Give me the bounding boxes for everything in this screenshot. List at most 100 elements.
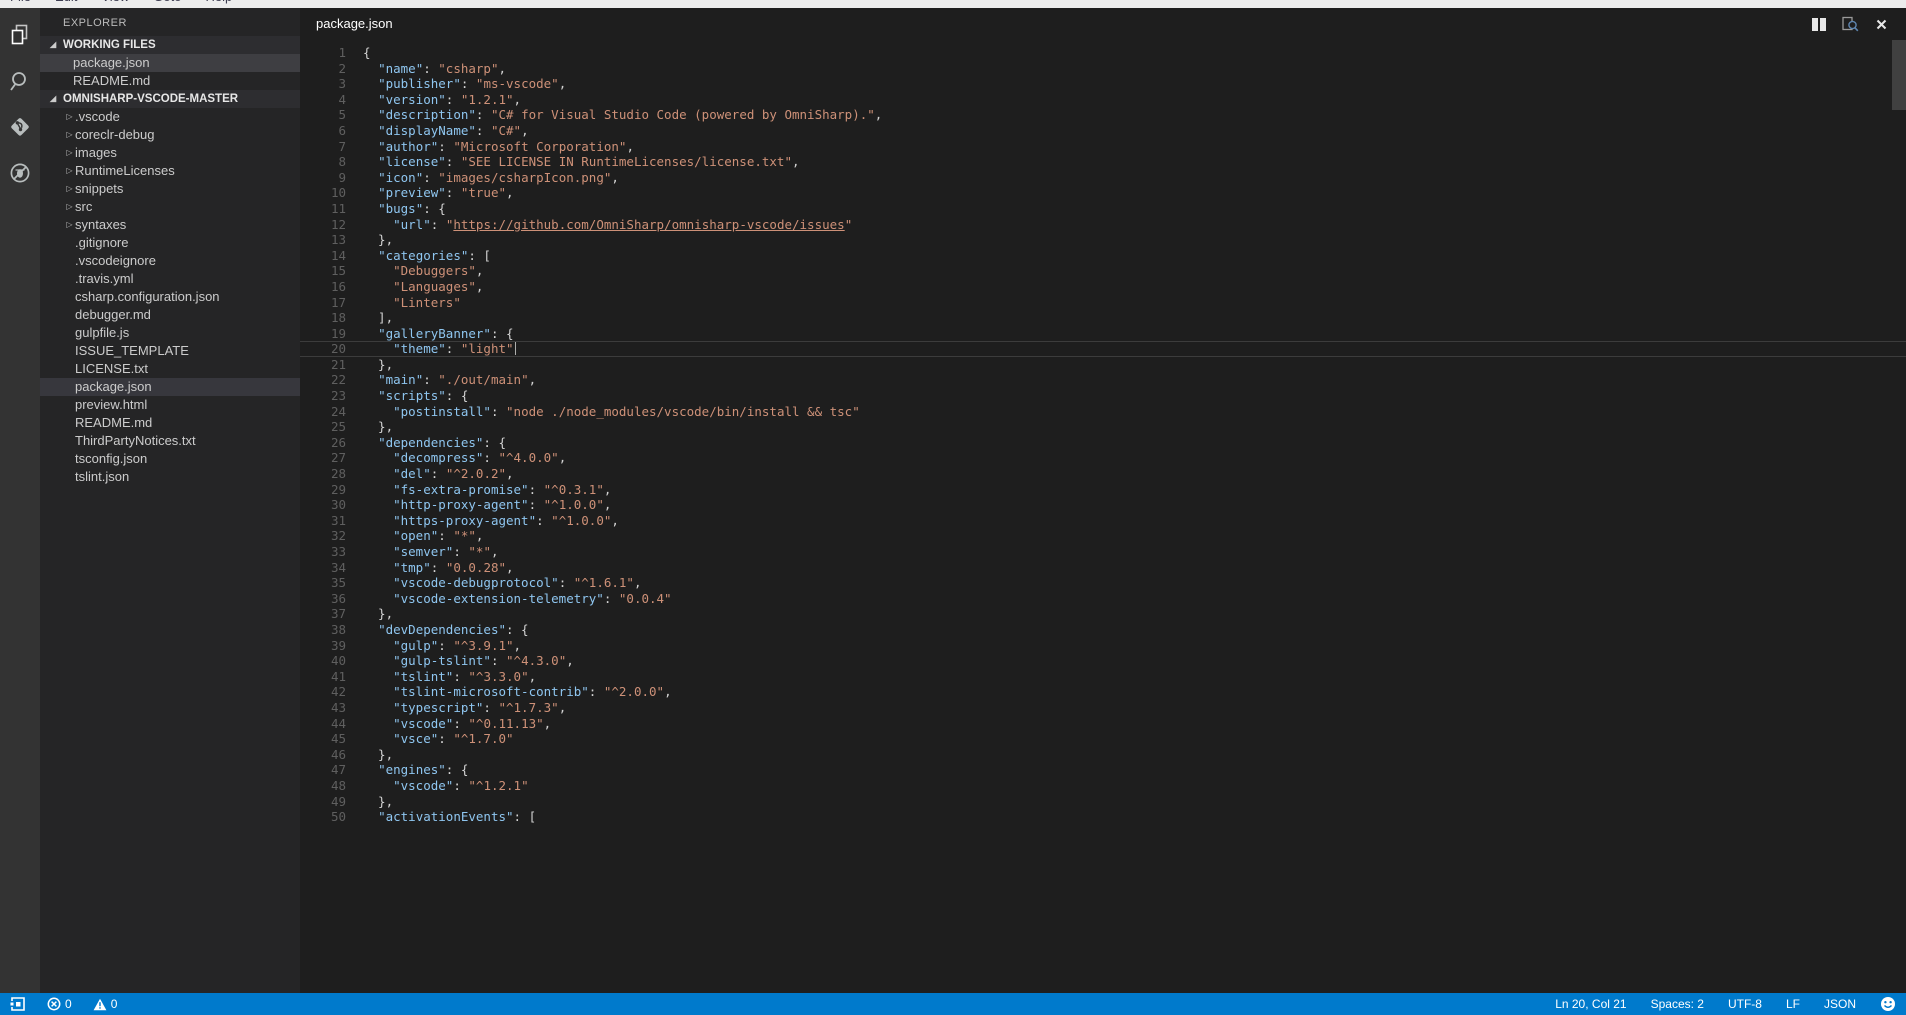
tree-item-preview-html[interactable]: preview.html	[40, 396, 300, 414]
tree-folder--vscode[interactable]: ▷.vscode	[40, 108, 300, 126]
tree-folder-images[interactable]: ▷images	[40, 144, 300, 162]
tree-folder-runtimelicenses[interactable]: ▷RuntimeLicenses	[40, 162, 300, 180]
code-line-7[interactable]: 7 "author": "Microsoft Corporation",	[300, 139, 1906, 155]
code-line-10[interactable]: 10 "preview": "true",	[300, 185, 1906, 201]
code-line-12[interactable]: 12 "url": "https://github.com/OmniSharp/…	[300, 217, 1906, 233]
code-line-35[interactable]: 35 "vscode-debugprotocol": "^1.6.1",	[300, 575, 1906, 591]
code-line-6[interactable]: 6 "displayName": "C#",	[300, 123, 1906, 139]
git-icon[interactable]	[7, 114, 33, 140]
status-eol[interactable]: LF	[1786, 997, 1800, 1011]
section-header-working-files[interactable]: ◢WORKING FILES	[40, 36, 300, 54]
debug-icon[interactable]	[7, 160, 33, 186]
code-line-4[interactable]: 4 "version": "1.2.1",	[300, 92, 1906, 108]
tree-item-csharp-configuration-json[interactable]: csharp.configuration.json	[40, 288, 300, 306]
files-icon[interactable]	[7, 22, 33, 48]
open-preview-icon[interactable]	[1841, 15, 1859, 33]
code-line-2[interactable]: 2 "name": "csharp",	[300, 61, 1906, 77]
menu-goto[interactable]: Goto	[153, 0, 181, 7]
code-line-13[interactable]: 13 },	[300, 232, 1906, 248]
code-line-19[interactable]: 19 "galleryBanner": {	[300, 326, 1906, 342]
code-line-47[interactable]: 47 "engines": {	[300, 762, 1906, 778]
code-line-16[interactable]: 16 "Languages",	[300, 279, 1906, 295]
code-line-26[interactable]: 26 "dependencies": {	[300, 435, 1906, 451]
code-line-22[interactable]: 22 "main": "./out/main",	[300, 372, 1906, 388]
code-line-5[interactable]: 5 "description": "C# for Visual Studio C…	[300, 107, 1906, 123]
line-number: 4	[300, 92, 346, 108]
code-line-23[interactable]: 23 "scripts": {	[300, 388, 1906, 404]
tree-item--travis-yml[interactable]: .travis.yml	[40, 270, 300, 288]
code-line-45[interactable]: 45 "vsce": "^1.7.0"	[300, 731, 1906, 747]
tree-folder-src[interactable]: ▷src	[40, 198, 300, 216]
code-line-21[interactable]: 21 },	[300, 357, 1906, 373]
menu-file[interactable]: File	[10, 0, 31, 7]
code-line-39[interactable]: 39 "gulp": "^3.9.1",	[300, 638, 1906, 654]
tree-folder-snippets[interactable]: ▷snippets	[40, 180, 300, 198]
code-line-17[interactable]: 17 "Linters"	[300, 295, 1906, 311]
code-line-42[interactable]: 42 "tslint-microsoft-contrib": "^2.0.0",	[300, 684, 1906, 700]
menu-edit[interactable]: Edit	[55, 0, 77, 7]
code-line-1[interactable]: 1{	[300, 45, 1906, 61]
code-line-11[interactable]: 11 "bugs": {	[300, 201, 1906, 217]
code-line-20[interactable]: 20 "theme": "light"	[300, 341, 1906, 357]
code-line-24[interactable]: 24 "postinstall": "node ./node_modules/v…	[300, 404, 1906, 420]
code-line-46[interactable]: 46 },	[300, 747, 1906, 763]
tree-item--gitignore[interactable]: .gitignore	[40, 234, 300, 252]
code-line-25[interactable]: 25 },	[300, 419, 1906, 435]
tree-item-package-json[interactable]: package.json	[40, 378, 300, 396]
warning-count[interactable]: 0	[93, 997, 118, 1011]
tree-item--vscodeignore[interactable]: .vscodeignore	[40, 252, 300, 270]
code-line-31[interactable]: 31 "https-proxy-agent": "^1.0.0",	[300, 513, 1906, 529]
status-cursor-position[interactable]: Ln 20, Col 21	[1555, 997, 1626, 1011]
code-line-30[interactable]: 30 "http-proxy-agent": "^1.0.0",	[300, 497, 1906, 513]
code-line-27[interactable]: 27 "decompress": "^4.0.0",	[300, 450, 1906, 466]
link-url[interactable]: https://github.com/OmniSharp/omnisharp-v…	[453, 217, 844, 232]
code-line-32[interactable]: 32 "open": "*",	[300, 528, 1906, 544]
code-line-44[interactable]: 44 "vscode": "^0.11.13",	[300, 716, 1906, 732]
section-header-omnisharp-vscode-master[interactable]: ◢OMNISHARP-VSCODE-MASTER	[40, 90, 300, 108]
split-editor-icon[interactable]	[1810, 15, 1828, 33]
tree-item-gulpfile-js[interactable]: gulpfile.js	[40, 324, 300, 342]
code-line-14[interactable]: 14 "categories": [	[300, 248, 1906, 264]
tree-item-readme-md[interactable]: README.md	[40, 72, 300, 90]
tree-item-thirdpartynotices-txt[interactable]: ThirdPartyNotices.txt	[40, 432, 300, 450]
code-line-43[interactable]: 43 "typescript": "^1.7.3",	[300, 700, 1906, 716]
editor-scrollbar[interactable]	[1892, 40, 1906, 110]
code-line-28[interactable]: 28 "del": "^2.0.2",	[300, 466, 1906, 482]
close-icon[interactable]	[1872, 15, 1890, 33]
tree-item-tsconfig-json[interactable]: tsconfig.json	[40, 450, 300, 468]
code-line-50[interactable]: 50 "activationEvents": [	[300, 809, 1906, 825]
tree-item-readme-md[interactable]: README.md	[40, 414, 300, 432]
tree-folder-coreclr-debug[interactable]: ▷coreclr-debug	[40, 126, 300, 144]
code-editor[interactable]: 1{2 "name": "csharp",3 "publisher": "ms-…	[300, 42, 1906, 993]
code-line-37[interactable]: 37 },	[300, 606, 1906, 622]
status-language-mode[interactable]: JSON	[1824, 997, 1856, 1011]
status-indentation[interactable]: Spaces: 2	[1651, 997, 1704, 1011]
code-line-29[interactable]: 29 "fs-extra-promise": "^0.3.1",	[300, 482, 1906, 498]
code-line-18[interactable]: 18 ],	[300, 310, 1906, 326]
code-line-33[interactable]: 33 "semver": "*",	[300, 544, 1906, 560]
tree-item-debugger-md[interactable]: debugger.md	[40, 306, 300, 324]
tree-folder-syntaxes[interactable]: ▷syntaxes	[40, 216, 300, 234]
feedback-smiley-icon[interactable]	[1880, 996, 1896, 1012]
code-line-40[interactable]: 40 "gulp-tslint": "^4.3.0",	[300, 653, 1906, 669]
search-icon[interactable]	[7, 68, 33, 94]
code-line-34[interactable]: 34 "tmp": "0.0.28",	[300, 560, 1906, 576]
code-line-48[interactable]: 48 "vscode": "^1.2.1"	[300, 778, 1906, 794]
tree-item-issue-template[interactable]: ISSUE_TEMPLATE	[40, 342, 300, 360]
status-layout-icon[interactable]	[10, 996, 26, 1012]
code-line-49[interactable]: 49 },	[300, 794, 1906, 810]
code-line-3[interactable]: 3 "publisher": "ms-vscode",	[300, 76, 1906, 92]
tree-item-package-json[interactable]: package.json	[40, 54, 300, 72]
error-count[interactable]: 0	[47, 997, 72, 1011]
code-line-9[interactable]: 9 "icon": "images/csharpIcon.png",	[300, 170, 1906, 186]
menu-view[interactable]: View	[101, 0, 129, 7]
code-line-36[interactable]: 36 "vscode-extension-telemetry": "0.0.4"	[300, 591, 1906, 607]
tree-item-license-txt[interactable]: LICENSE.txt	[40, 360, 300, 378]
tree-item-tslint-json[interactable]: tslint.json	[40, 468, 300, 486]
code-line-38[interactable]: 38 "devDependencies": {	[300, 622, 1906, 638]
menu-help[interactable]: Help	[206, 0, 233, 7]
status-encoding[interactable]: UTF-8	[1728, 997, 1762, 1011]
code-line-41[interactable]: 41 "tslint": "^3.3.0",	[300, 669, 1906, 685]
code-line-15[interactable]: 15 "Debuggers",	[300, 263, 1906, 279]
code-line-8[interactable]: 8 "license": "SEE LICENSE IN RuntimeLice…	[300, 154, 1906, 170]
